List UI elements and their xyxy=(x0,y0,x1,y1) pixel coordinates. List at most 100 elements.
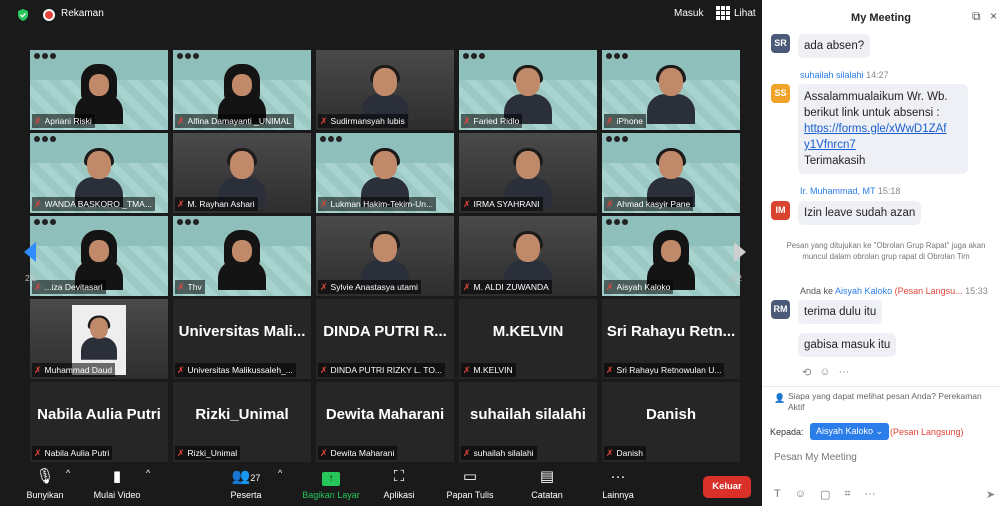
participant-tile[interactable]: ✗ Thv xyxy=(173,216,311,296)
recipient-dropdown[interactable]: Aisyah Kaloko ⌄ xyxy=(810,423,890,440)
emoji-icon[interactable]: ☺ xyxy=(795,488,806,501)
participant-name-bar: ✗ Thv xyxy=(175,280,205,294)
participant-tile[interactable]: ✗ M. ALDI ZUWANDA xyxy=(459,216,597,296)
participant-tile[interactable]: ✗ Muhammad Daud xyxy=(30,299,168,379)
share-screen-button[interactable]: ↑ Bagikan Layar xyxy=(298,468,364,500)
mute-options-caret-icon[interactable]: ^ xyxy=(66,468,70,478)
participants-label: Peserta xyxy=(230,490,262,500)
recipient-value: Aisyah Kaloko xyxy=(816,426,874,436)
muted-mic-icon: ✗ xyxy=(34,364,42,375)
sender-name: Ir. Muhammad, MT xyxy=(800,186,876,196)
close-icon[interactable]: × xyxy=(990,9,997,23)
recipient-name[interactable]: Aisyah Kaloko xyxy=(835,286,892,296)
participant-name: Sylvie Anastasya utami xyxy=(330,282,418,292)
reply-icon[interactable]: ⟲ xyxy=(802,366,811,379)
participant-name: Rizki_Unimal xyxy=(187,448,238,458)
more-button[interactable]: ··· Lainnya xyxy=(596,468,640,500)
participant-tile[interactable]: Danish ✗ Danish xyxy=(602,382,740,462)
participant-tile[interactable]: Universitas Mali... ✗ Universitas Malikuss… xyxy=(173,299,311,379)
screenshot-icon[interactable]: ⌗ xyxy=(844,488,850,501)
participant-tile[interactable]: ✗ M. Rayhan Ashari xyxy=(173,133,311,213)
participant-tile[interactable]: ✗ Faried Ridlo xyxy=(459,50,597,130)
shield-icon[interactable] xyxy=(16,8,30,22)
participant-tile[interactable]: ✗ ...iza Devitasari xyxy=(30,216,168,296)
pop-out-icon[interactable]: ⧉ xyxy=(972,9,981,24)
chat-input[interactable]: Pesan My Meeting xyxy=(774,452,857,463)
muted-mic-icon: ✗ xyxy=(177,447,185,458)
format-icon[interactable]: T xyxy=(774,488,781,501)
participant-name-bar: ✗ Danish xyxy=(604,446,647,460)
absensi-link[interactable]: https://forms.gle/xWwD1ZAf xyxy=(804,123,947,135)
muted-mic-icon: ✗ xyxy=(177,364,185,375)
participant-tile[interactable]: ✗ iPhone xyxy=(602,50,740,130)
muted-mic-icon: ✗ xyxy=(177,115,185,126)
mute-button[interactable]: 🎙 Bunyikan xyxy=(22,468,68,500)
participant-tile[interactable]: Sri Rahayu Retn... ✗ Sri Rahayu Retnowulan… xyxy=(602,299,740,379)
participant-tile[interactable]: ✗ Sudirmansyah lubis xyxy=(316,50,454,130)
muted-mic-icon: ✗ xyxy=(606,281,614,292)
participant-tile[interactable]: Nabila Aulia Putri ✗ Nabila Aulia Putri xyxy=(30,382,168,462)
participant-display-name: M.KELVIN xyxy=(492,323,564,340)
participant-tile[interactable]: M.KELVIN ✗ M.KELVIN xyxy=(459,299,597,379)
sign-in-button[interactable]: Masuk xyxy=(674,8,703,19)
participant-tile[interactable]: ✗ Aisyah Kaloko xyxy=(602,216,740,296)
participant-name-bar: ✗ Sylvie Anastasya utami xyxy=(318,280,421,294)
event-logo-icon xyxy=(177,53,203,60)
whiteboard-button[interactable]: ▭ Papan Tulis xyxy=(442,468,498,500)
participant-name: Lukman Hakim-Tekim-Un... xyxy=(330,199,434,209)
leave-button[interactable]: Keluar xyxy=(703,476,751,498)
recording-notice[interactable]: 👤 Siapa yang dapat melihat pesan Anda? P… xyxy=(774,391,998,413)
send-icon[interactable]: ➤ xyxy=(986,488,995,501)
notes-button[interactable]: ▤ Catatan xyxy=(524,468,570,500)
participant-name: suhailah silalahi xyxy=(473,448,534,458)
participant-tile[interactable]: Dewita Maharani ✗ Dewita Maharani xyxy=(316,382,454,462)
event-logo-icon xyxy=(606,136,632,143)
participant-name-bar: ✗ Lukman Hakim-Tekim-Un... xyxy=(318,197,437,211)
notes-icon: ▤ xyxy=(539,468,555,485)
previous-page-arrow-icon[interactable] xyxy=(24,242,36,262)
apps-button[interactable]: ⛶ Aplikasi xyxy=(376,468,422,500)
participant-tile[interactable]: Rizki_Unimal ✗ Rizki_Unimal xyxy=(173,382,311,462)
video-options-caret-icon[interactable]: ^ xyxy=(146,468,150,478)
participant-tile[interactable]: ✗ Alfina Damayanti _UNIMAL xyxy=(173,50,311,130)
muted-mic-icon: ✗ xyxy=(34,281,42,292)
view-button[interactable]: Lihat xyxy=(716,6,756,20)
participant-tile[interactable]: ✗ Sylvie Anastasya utami xyxy=(316,216,454,296)
participant-name-bar: ✗ Muhammad Daud xyxy=(32,363,116,377)
file-icon[interactable]: ▢ xyxy=(820,488,830,501)
apps-icon: ⛶ xyxy=(393,468,405,485)
absensi-link-continued[interactable]: y1Vfnrcn7 xyxy=(804,139,856,151)
start-video-button[interactable]: ▮ Mulai Video xyxy=(86,468,148,500)
participant-tile[interactable]: ✗ WANDA BASKORO _TMA... xyxy=(30,133,168,213)
muted-mic-icon: ✗ xyxy=(606,115,614,126)
muted-mic-icon: ✗ xyxy=(320,447,328,458)
emoji-reaction-icon[interactable]: ☺ xyxy=(819,366,830,379)
participant-name-bar: ✗ Nabila Aulia Putri xyxy=(32,446,113,460)
event-logo-icon xyxy=(177,219,203,226)
recording-label[interactable]: Rekaman xyxy=(61,8,104,19)
message-sender: suhailah silalahi 14:27 xyxy=(800,70,889,80)
event-logo-icon xyxy=(606,219,632,226)
participant-name: Muhammad Daud xyxy=(44,365,113,375)
participant-name: WANDA BASKORO _TMA... xyxy=(44,199,152,209)
participant-name-bar: ✗ DINDA PUTRI RIZKY L. TO... xyxy=(318,363,446,377)
participant-name-bar: ✗ M. ALDI ZUWANDA xyxy=(461,280,552,294)
view-label: Lihat xyxy=(734,7,756,19)
participant-name: M.KELVIN xyxy=(473,365,513,375)
participant-tile[interactable]: ✗ Apriani Riski xyxy=(30,50,168,130)
participant-tile[interactable]: ✗ Lukman Hakim-Tekim-Un... xyxy=(316,133,454,213)
grid-view-icon xyxy=(716,6,730,20)
participant-tile[interactable]: ✗ Ahmad kasyir Pane xyxy=(602,133,740,213)
message-line: Terimakasih xyxy=(804,155,866,167)
muted-mic-icon: ✗ xyxy=(463,115,471,126)
participant-tile[interactable]: ✗ IRMA SYAHRANI xyxy=(459,133,597,213)
participant-tile[interactable]: suhailah silalahi ✗ suhailah silalahi xyxy=(459,382,597,462)
participant-name: ...iza Devitasari xyxy=(44,282,103,292)
participant-video-person xyxy=(218,230,266,290)
participants-options-caret-icon[interactable]: ^ xyxy=(278,468,282,478)
more-tools-icon[interactable]: ··· xyxy=(865,488,876,501)
more-options-icon[interactable]: ··· xyxy=(838,366,849,379)
next-page-arrow-icon[interactable] xyxy=(734,242,746,262)
participants-button[interactable]: 👥27 Peserta xyxy=(218,468,274,500)
participant-tile[interactable]: DINDA PUTRI R... ✗ DINDA PUTRI RIZKY L. TO… xyxy=(316,299,454,379)
